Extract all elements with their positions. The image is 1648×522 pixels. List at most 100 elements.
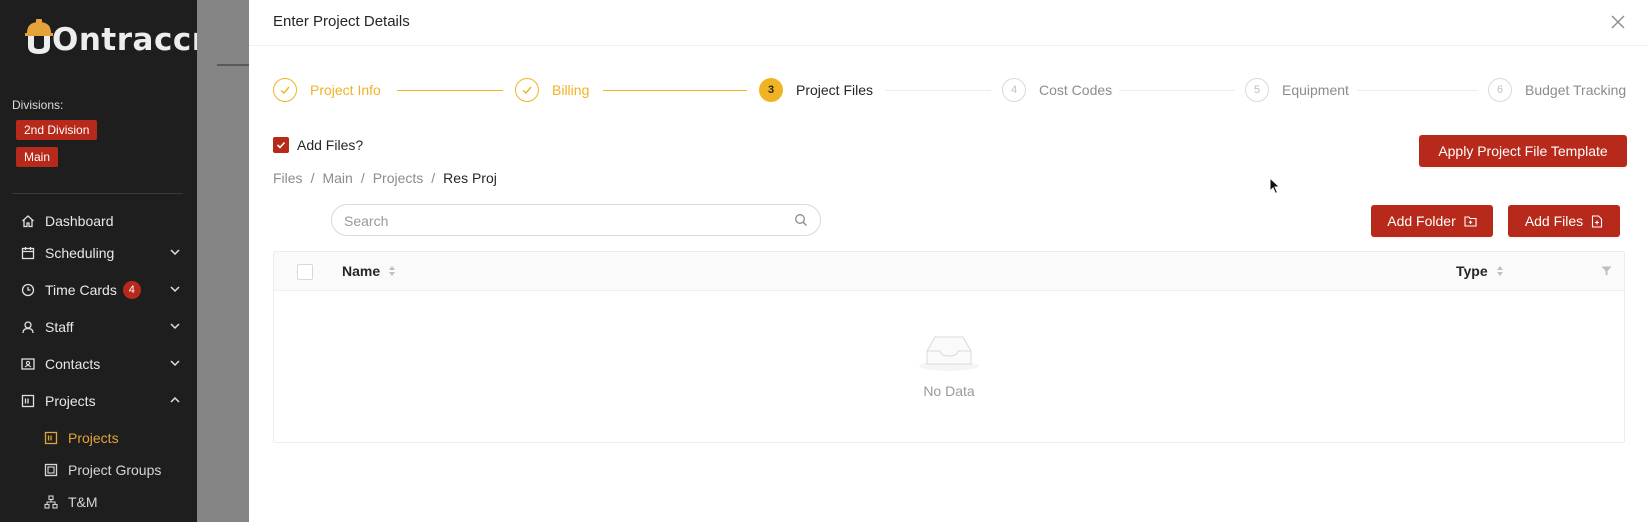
empty-inbox-icon xyxy=(919,336,979,371)
add-files-checkbox-label: Add Files? xyxy=(297,137,364,153)
check-icon xyxy=(273,78,297,102)
no-data-text: No Data xyxy=(923,383,975,399)
project-details-drawer: Enter Project Details Project Info Billi… xyxy=(249,0,1648,522)
search-icon[interactable] xyxy=(794,213,808,227)
division-tag-main[interactable]: Main xyxy=(16,147,59,167)
sidebar-item-staff[interactable]: Staff xyxy=(21,315,181,339)
step-label: Cost Codes xyxy=(1039,82,1113,98)
step-label: Project Files xyxy=(796,82,874,98)
project-groups-icon xyxy=(44,463,58,477)
sidebar-subitem-label: Project Groups xyxy=(68,462,162,478)
sidebar-item-label: Projects xyxy=(45,393,96,409)
empty-state: No Data xyxy=(274,291,1624,443)
check-icon xyxy=(515,78,539,102)
column-header-name[interactable]: Name xyxy=(342,263,396,279)
clock-icon xyxy=(21,283,35,297)
add-files-checkbox-row[interactable]: Add Files? xyxy=(273,137,363,153)
file-search[interactable] xyxy=(331,204,821,236)
sidebar-item-label: Dashboard xyxy=(45,213,114,229)
sidebar-item-label: Staff xyxy=(45,319,74,335)
dimmed-page-background xyxy=(197,0,249,522)
drawer-header: Enter Project Details xyxy=(249,0,1648,46)
add-files-checkbox[interactable] xyxy=(273,137,289,153)
breadcrumb-item-projects[interactable]: Projects xyxy=(373,170,424,186)
step-number: 4 xyxy=(1002,78,1026,102)
column-header-type[interactable]: Type xyxy=(1456,263,1504,279)
projects-icon xyxy=(44,431,58,445)
sidebar-subitem-label: Projects xyxy=(68,430,119,446)
step-connector xyxy=(603,90,747,91)
contacts-card-icon xyxy=(21,357,35,371)
sidebar-item-dashboard[interactable]: Dashboard xyxy=(21,209,181,233)
files-table: Name Type No Data xyxy=(273,251,1625,443)
divisions-label: Divisions: xyxy=(12,98,64,112)
sidebar-item-label: Time Cards xyxy=(45,282,117,298)
breadcrumb-separator: / xyxy=(431,170,436,186)
add-files-button[interactable]: Add Files xyxy=(1508,205,1620,237)
filter-icon[interactable] xyxy=(1601,266,1612,276)
sidebar-subitem-project-groups[interactable]: Project Groups xyxy=(44,459,161,481)
mouse-cursor-icon xyxy=(1269,177,1281,195)
hard-hat-logo-icon xyxy=(25,19,53,54)
division-tag-2nd-division[interactable]: 2nd Division xyxy=(16,120,98,140)
add-folder-button-label: Add Folder xyxy=(1387,213,1456,229)
chevron-down-icon xyxy=(170,323,180,330)
step-label: Equipment xyxy=(1282,82,1349,98)
logo-text: Ontraccr xyxy=(52,22,208,58)
step-connector xyxy=(885,90,991,91)
sidebar-item-projects[interactable]: Projects xyxy=(21,389,181,413)
step-number: 5 xyxy=(1245,78,1269,102)
projects-icon xyxy=(21,394,35,408)
time-cards-count-badge: 4 xyxy=(122,281,141,299)
step-label: Project Info xyxy=(310,82,381,98)
step-equipment[interactable]: 5 Equipment xyxy=(1245,78,1349,102)
sort-icon[interactable] xyxy=(388,265,396,277)
drawer-title: Enter Project Details xyxy=(273,13,410,30)
step-label: Budget Tracking xyxy=(1525,82,1627,98)
sidebar-item-time-cards[interactable]: Time Cards 4 xyxy=(21,278,181,302)
step-number: 3 xyxy=(759,78,783,102)
sidebar-item-label: Contacts xyxy=(45,356,101,372)
add-files-button-label: Add Files xyxy=(1524,213,1584,229)
sort-icon[interactable] xyxy=(1496,265,1504,277)
step-project-files[interactable]: 3 Project Files xyxy=(759,78,873,102)
chevron-up-icon xyxy=(170,396,180,403)
sidebar-subitem-projects[interactable]: Projects xyxy=(44,427,119,449)
breadcrumb-item-files[interactable]: Files xyxy=(273,170,303,186)
sidebar-item-contacts[interactable]: Contacts xyxy=(21,352,181,376)
chevron-down-icon xyxy=(170,286,180,293)
hierarchy-icon xyxy=(44,495,58,509)
breadcrumb: Files / Main / Projects / Res Proj xyxy=(273,170,497,186)
sidebar-subitem-tm[interactable]: T&M xyxy=(44,491,98,513)
file-add-icon xyxy=(1591,214,1603,228)
breadcrumb-item-main[interactable]: Main xyxy=(322,170,352,186)
step-billing[interactable]: Billing xyxy=(515,78,589,102)
step-connector xyxy=(397,90,503,91)
sidebar-subitem-label: T&M xyxy=(68,494,98,510)
step-label: Billing xyxy=(552,82,590,98)
apply-project-file-template-button[interactable]: Apply Project File Template xyxy=(1419,135,1627,167)
close-icon[interactable] xyxy=(1610,14,1626,30)
chevron-down-icon xyxy=(170,249,180,256)
column-header-label: Name xyxy=(342,263,381,279)
breadcrumb-item-res-proj: Res Proj xyxy=(443,170,497,186)
select-all-checkbox[interactable] xyxy=(297,264,313,280)
step-project-info[interactable]: Project Info xyxy=(273,78,381,102)
sidebar-item-label: Scheduling xyxy=(45,245,115,261)
step-cost-codes[interactable]: 4 Cost Codes xyxy=(1002,78,1112,102)
step-number: 6 xyxy=(1488,78,1512,102)
sidebar-item-scheduling[interactable]: Scheduling xyxy=(21,241,181,265)
sidebar-divider xyxy=(12,193,183,194)
step-connector xyxy=(1357,90,1478,91)
search-input[interactable] xyxy=(344,211,784,231)
folder-add-icon xyxy=(1464,215,1477,227)
home-icon xyxy=(21,214,35,228)
column-header-label: Type xyxy=(1456,263,1488,279)
step-budget-tracking[interactable]: 6 Budget Tracking xyxy=(1488,78,1626,102)
ontraccr-logo[interactable]: Ontraccr xyxy=(24,18,208,56)
add-folder-button[interactable]: Add Folder xyxy=(1371,205,1493,237)
table-header: Name Type xyxy=(274,252,1624,291)
calendar-icon xyxy=(21,246,35,260)
breadcrumb-separator: / xyxy=(310,170,315,186)
chevron-down-icon xyxy=(170,360,180,367)
